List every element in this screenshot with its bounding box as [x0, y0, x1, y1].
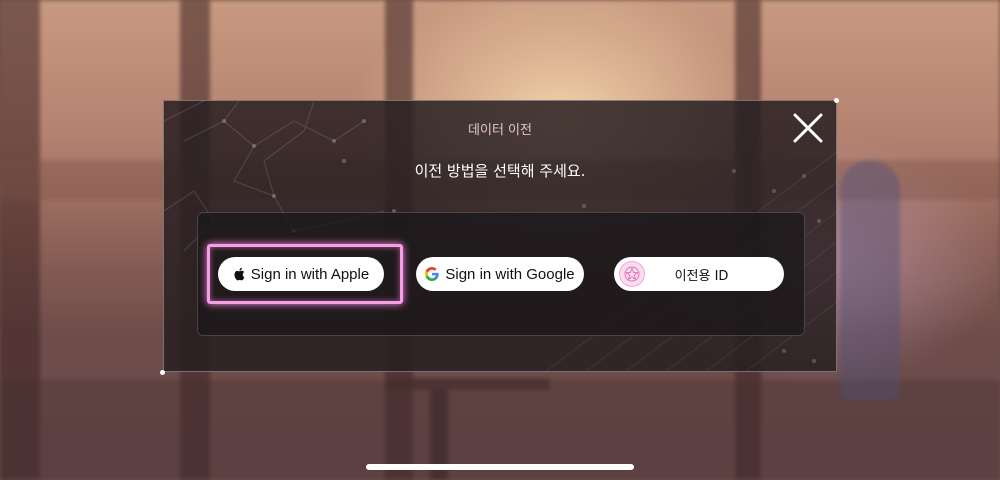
close-icon — [793, 113, 823, 143]
login-options-panel: Sign in with Apple Sign in with Google 이… — [197, 212, 805, 336]
google-logo-icon — [425, 267, 440, 281]
sign-in-with-google-button[interactable]: Sign in with Google — [416, 257, 584, 291]
dialog-title: 데이터 이전 — [468, 123, 532, 138]
apple-logo-icon — [233, 267, 245, 281]
dialog-subtitle: 이전 방법을 선택해 주세요. — [414, 162, 586, 180]
migration-id-button[interactable]: 이전용 ID — [614, 257, 784, 291]
sign-in-with-apple-button[interactable]: Sign in with Apple — [218, 257, 384, 291]
home-indicator[interactable] — [366, 464, 634, 470]
apple-button-label: Sign in with Apple — [250, 265, 370, 283]
migration-id-logo-icon — [619, 261, 645, 287]
google-button-label: Sign in with Google — [445, 265, 575, 283]
migration-id-button-label: 이전용 ID — [674, 268, 729, 284]
data-migration-dialog: 데이터 이전 이전 방법을 선택해 주세요. Sign in with Appl… — [163, 100, 837, 372]
close-button[interactable] — [787, 107, 829, 149]
dialog-corner-dot — [160, 370, 165, 375]
dialog-corner-dot — [834, 98, 839, 103]
